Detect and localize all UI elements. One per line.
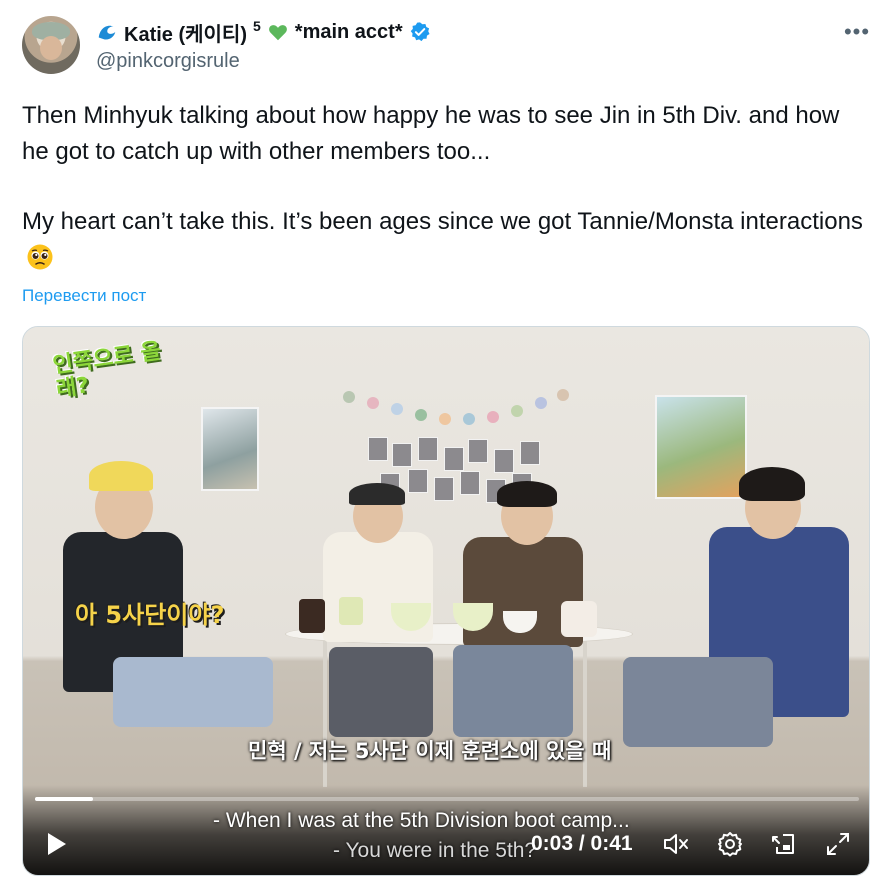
settings-icon[interactable] (715, 829, 745, 859)
author-handle[interactable]: @pinkcorgisrule (96, 50, 240, 73)
wall-poster-right (655, 395, 747, 499)
subtitle-line-2: - You were in the 5th? (333, 839, 537, 862)
pleading-face-emoji (27, 244, 53, 270)
cup (339, 597, 363, 625)
wave-icon (98, 25, 116, 40)
video-progress-fill (35, 797, 93, 801)
tweet-paragraph-2: My heart can’t take this. It’s been ages… (22, 208, 863, 235)
avatar-face (40, 36, 62, 60)
mute-icon[interactable] (661, 829, 691, 859)
tweet-text: Then Minhyuk talking about how happy he … (22, 98, 867, 276)
author-name-row[interactable]: Katie (케이티) 5 *main acct* (96, 18, 431, 46)
tweet-paragraph-1: Then Minhyuk talking about how happy he … (22, 102, 840, 165)
author-display-name[interactable]: Katie (케이티) (124, 18, 247, 47)
translate-post-link[interactable]: Перевести пост (22, 286, 146, 306)
verified-badge-icon[interactable] (409, 21, 431, 43)
bowl (561, 601, 597, 637)
cup (299, 599, 325, 633)
pip-icon[interactable] (769, 829, 799, 859)
avatar[interactable] (22, 16, 80, 74)
wall-poster-left (201, 407, 259, 491)
author-name-suffix[interactable]: *main acct* (295, 21, 403, 44)
video-player[interactable]: 인쪽으로 올래? 아 5사단이야? 민혁 / 저는 5사단 이제 훈련소에 있을… (22, 326, 870, 876)
green-heart-icon (268, 25, 287, 41)
video-progress-bar[interactable] (35, 797, 859, 801)
fullscreen-icon[interactable] (823, 829, 853, 859)
more-options-icon[interactable]: ••• (842, 18, 872, 46)
tweet-paragraph-2-wrap: My heart can’t take this. It’s been ages… (22, 204, 867, 276)
subtitle-line-1: - When I was at the 5th Division boot ca… (213, 809, 630, 832)
video-time-display: 0:03 / 0:41 (531, 832, 633, 855)
video-speech-bubble: 아 5사단이야? (75, 601, 225, 629)
play-icon[interactable] (41, 829, 71, 859)
decor-garland (343, 387, 583, 427)
author-superscript: 5 (252, 18, 261, 34)
video-korean-caption: 민혁 / 저는 5사단 이제 훈련소에 있을 때 (248, 739, 612, 763)
